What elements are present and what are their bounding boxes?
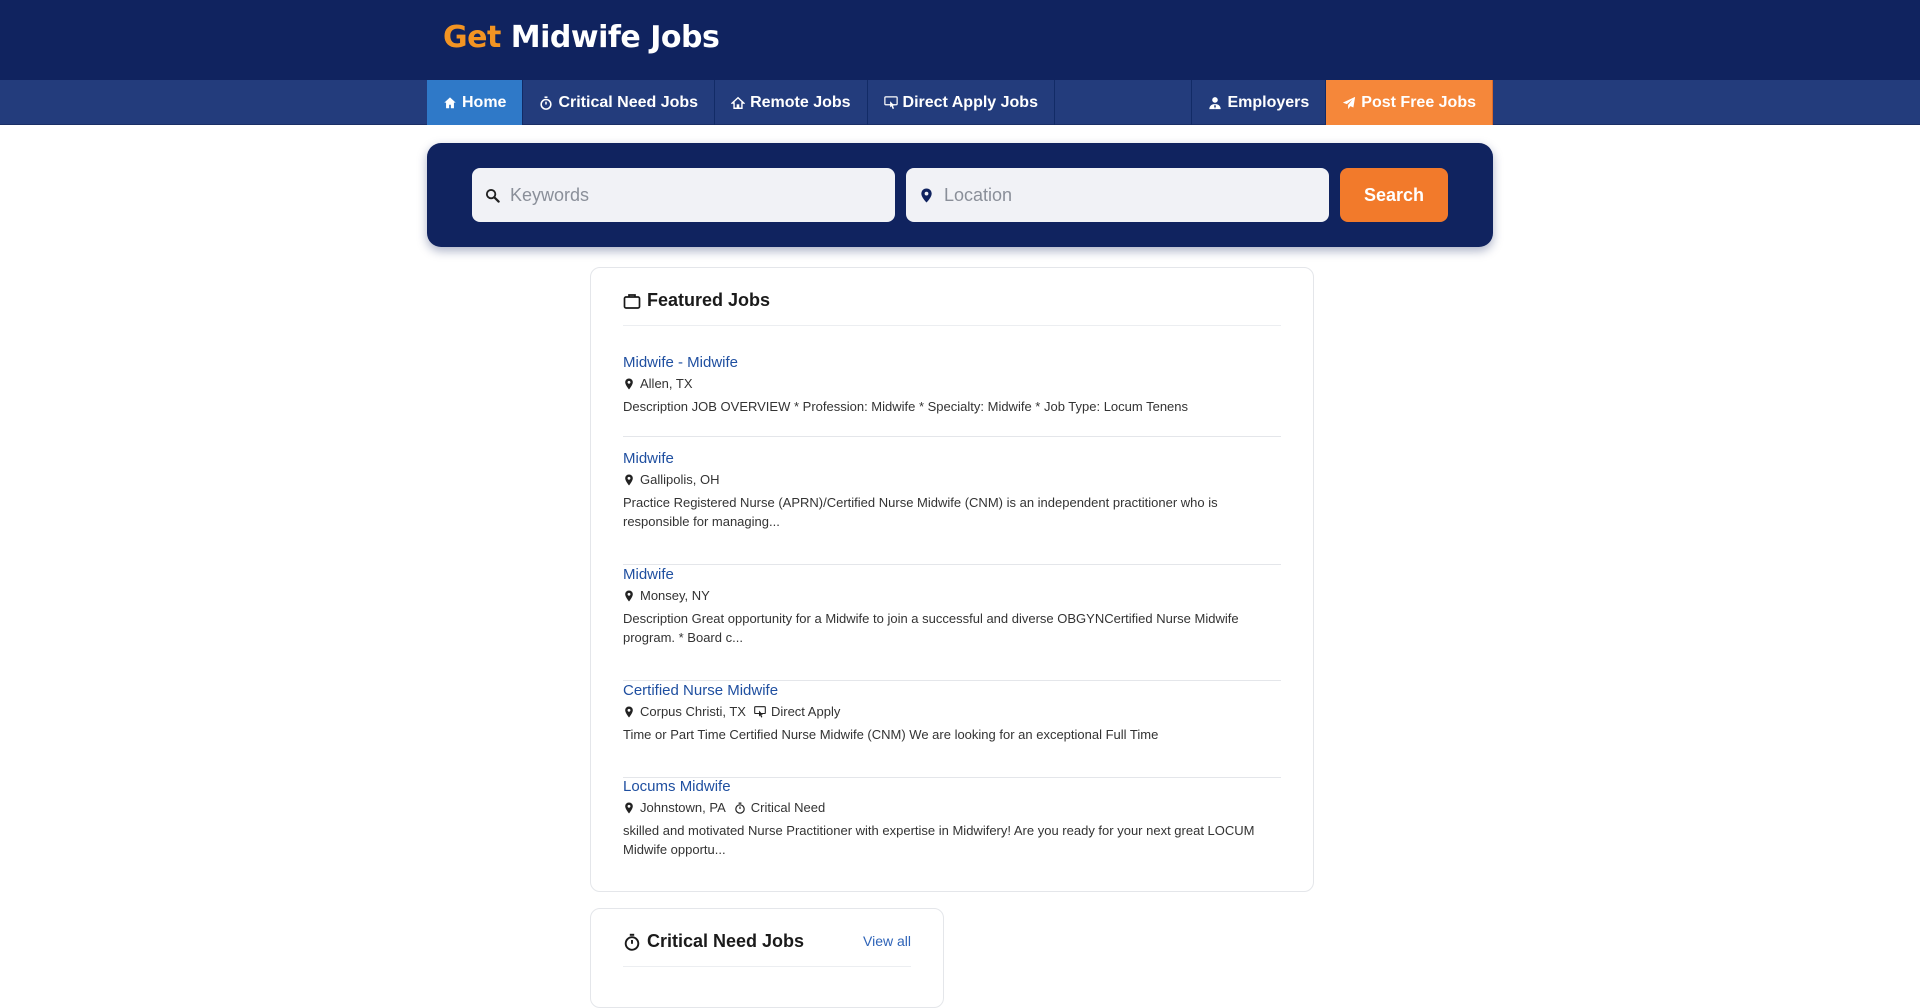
job-tag-critical-need: Critical Need	[750, 800, 826, 815]
nav-remote-label: Remote Jobs	[750, 93, 851, 111]
stopwatch-icon	[734, 802, 745, 814]
job-location: Corpus Christi, TX	[640, 704, 746, 719]
job-location: Monsey, NY	[640, 588, 710, 603]
job-title-link[interactable]: Midwife - Midwife	[623, 354, 1281, 371]
job-location: Gallipolis, OH	[640, 472, 720, 487]
job-title-link[interactable]: Locums Midwife	[623, 778, 1281, 795]
nav-critical-label: Critical Need Jobs	[558, 93, 699, 111]
location-field[interactable]	[906, 168, 1329, 222]
job-listing: Midwife Gallipolis, OH Practice Register…	[623, 450, 1281, 565]
keywords-field[interactable]	[472, 168, 895, 222]
job-listing: Midwife Monsey, NY Description Great opp…	[623, 566, 1281, 681]
job-listing: Locums Midwife Johnstown, PA Critical Ne…	[623, 778, 1281, 878]
map-pin-icon	[918, 187, 934, 203]
view-all-link[interactable]: View all	[863, 929, 911, 949]
job-description: Time or Part Time Certified Nurse Midwif…	[623, 727, 1159, 742]
logo-midwife-jobs: Midwife Jobs	[510, 20, 720, 55]
hand-pointer-icon	[754, 705, 766, 718]
nav-home[interactable]: Home	[427, 80, 524, 125]
map-pin-icon	[625, 590, 633, 601]
location-input[interactable]	[944, 184, 1304, 206]
critical-need-jobs-card: Critical Need Jobs View all	[590, 908, 944, 1008]
job-tag-direct-apply: Direct Apply	[770, 704, 841, 719]
job-description: skilled and motivated Nurse Practitioner…	[623, 823, 1255, 857]
logo-get: Get	[443, 20, 501, 55]
stopwatch-icon	[539, 95, 553, 110]
map-pin-icon	[625, 802, 633, 813]
stopwatch-icon	[624, 933, 640, 951]
house-icon	[731, 96, 746, 110]
nav-right-group: Employers Post Free Jobs	[1191, 80, 1493, 125]
featured-jobs-title: Featured Jobs	[647, 290, 771, 310]
nav-left-group: Home Critical Need Jobs Remote Jobs Dire…	[427, 80, 1055, 125]
main-nav: Home Critical Need Jobs Remote Jobs Dire…	[0, 80, 1920, 125]
job-location: Johnstown, PA	[640, 800, 726, 815]
search-button[interactable]: Search	[1340, 168, 1448, 222]
search-icon	[484, 187, 500, 203]
job-title-link[interactable]: Midwife	[623, 566, 1281, 583]
featured-jobs-header: Featured Jobs	[623, 288, 1281, 326]
map-pin-icon	[625, 474, 633, 485]
briefcase-icon	[623, 293, 641, 309]
hand-pointer-icon	[883, 95, 898, 110]
featured-jobs-card: Featured Jobs Midwife - Midwife Allen, T…	[590, 267, 1314, 892]
job-search-panel: Search	[427, 143, 1493, 247]
job-location: Allen, TX	[640, 376, 693, 391]
user-tie-icon	[1208, 96, 1222, 110]
job-title-link[interactable]: Midwife	[623, 450, 1281, 467]
site-header: Get Midwife Jobs	[0, 0, 1920, 80]
job-title-link[interactable]: Certified Nurse Midwife	[623, 682, 1281, 699]
paper-plane-icon	[1342, 96, 1356, 110]
map-pin-icon	[625, 706, 633, 717]
job-description: Practice Registered Nurse (APRN)/Certifi…	[623, 495, 1218, 529]
keywords-input[interactable]	[510, 184, 870, 206]
job-description: Description JOB OVERVIEW * Profession: M…	[623, 399, 1189, 414]
nav-critical-need-jobs[interactable]: Critical Need Jobs	[523, 80, 716, 125]
site-logo[interactable]: Get Midwife Jobs	[443, 20, 720, 55]
nav-direct-apply-jobs[interactable]: Direct Apply Jobs	[868, 80, 1055, 125]
job-listing: Certified Nurse Midwife Corpus Christi, …	[623, 682, 1281, 778]
nav-employers[interactable]: Employers	[1191, 80, 1327, 125]
home-icon	[443, 96, 457, 110]
map-pin-icon	[625, 378, 633, 389]
nav-home-label: Home	[462, 93, 507, 111]
nav-remote-jobs[interactable]: Remote Jobs	[715, 80, 868, 125]
nav-employers-label: Employers	[1227, 93, 1310, 111]
nav-post-label: Post Free Jobs	[1361, 93, 1476, 111]
nav-direct-apply-label: Direct Apply Jobs	[902, 93, 1038, 111]
job-listing: Midwife - Midwife Allen, TX Description …	[623, 354, 1281, 437]
nav-post-free-jobs[interactable]: Post Free Jobs	[1326, 80, 1493, 125]
critical-need-title: Critical Need Jobs	[647, 931, 805, 951]
job-description: Description Great opportunity for a Midw…	[623, 611, 1239, 645]
critical-need-header: Critical Need Jobs View all	[623, 929, 911, 967]
